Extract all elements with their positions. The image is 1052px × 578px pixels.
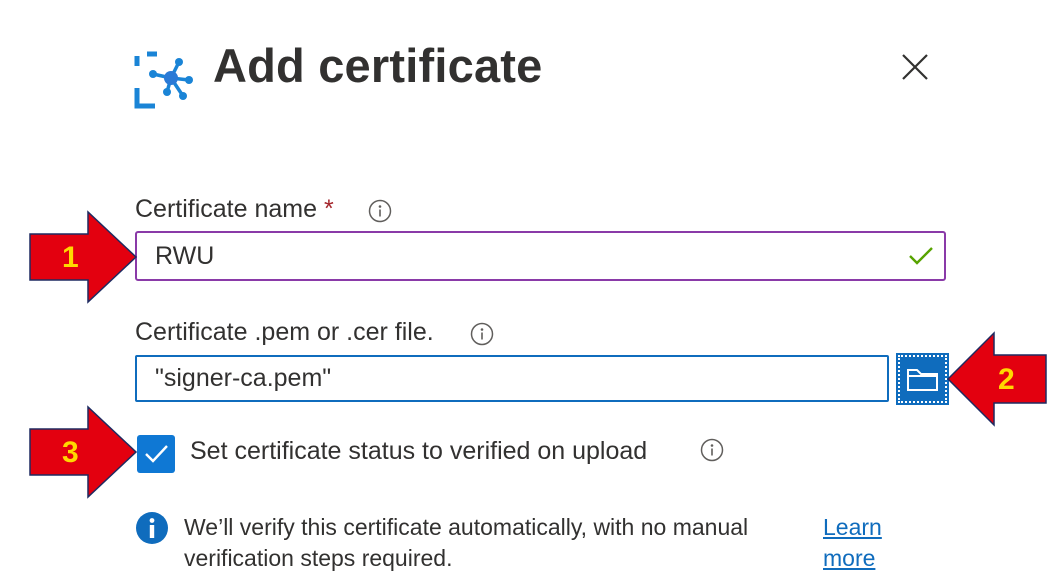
- info-message: We’ll verify this certificate automatica…: [184, 514, 749, 571]
- verify-on-upload-label[interactable]: Set certificate status to verified on up…: [190, 437, 647, 466]
- checkmark-icon: [145, 445, 168, 463]
- annotation-label-1: 1: [62, 241, 79, 274]
- info-filled-icon: [135, 511, 169, 550]
- valid-check-icon: [908, 245, 934, 272]
- required-asterisk: *: [323, 195, 334, 223]
- certificate-file-input[interactable]: "signer-ca.pem": [135, 355, 889, 402]
- close-icon[interactable]: [898, 50, 932, 84]
- iot-hub-icon: [133, 50, 195, 112]
- page-title: Add certificate: [213, 39, 543, 92]
- info-icon[interactable]: [700, 438, 724, 462]
- certificate-name-label: Certificate name *: [135, 195, 334, 223]
- annotation-arrow-3: 3: [22, 405, 140, 499]
- annotation-label-2: 2: [998, 363, 1015, 396]
- info-icon[interactable]: [470, 322, 494, 346]
- folder-icon: [907, 369, 938, 391]
- learn-more-link[interactable]: Learn more: [823, 512, 913, 574]
- annotation-label-3: 3: [62, 436, 79, 469]
- browse-file-button[interactable]: [896, 353, 949, 405]
- verify-on-upload-checkbox[interactable]: [137, 435, 175, 473]
- certificate-name-input[interactable]: RWU: [135, 231, 946, 281]
- annotation-arrow-1: 1: [22, 210, 140, 304]
- annotation-arrow-2: 2: [944, 331, 1050, 427]
- info-icon[interactable]: [368, 199, 392, 223]
- certificate-file-label: Certificate .pem or .cer file.: [135, 318, 434, 346]
